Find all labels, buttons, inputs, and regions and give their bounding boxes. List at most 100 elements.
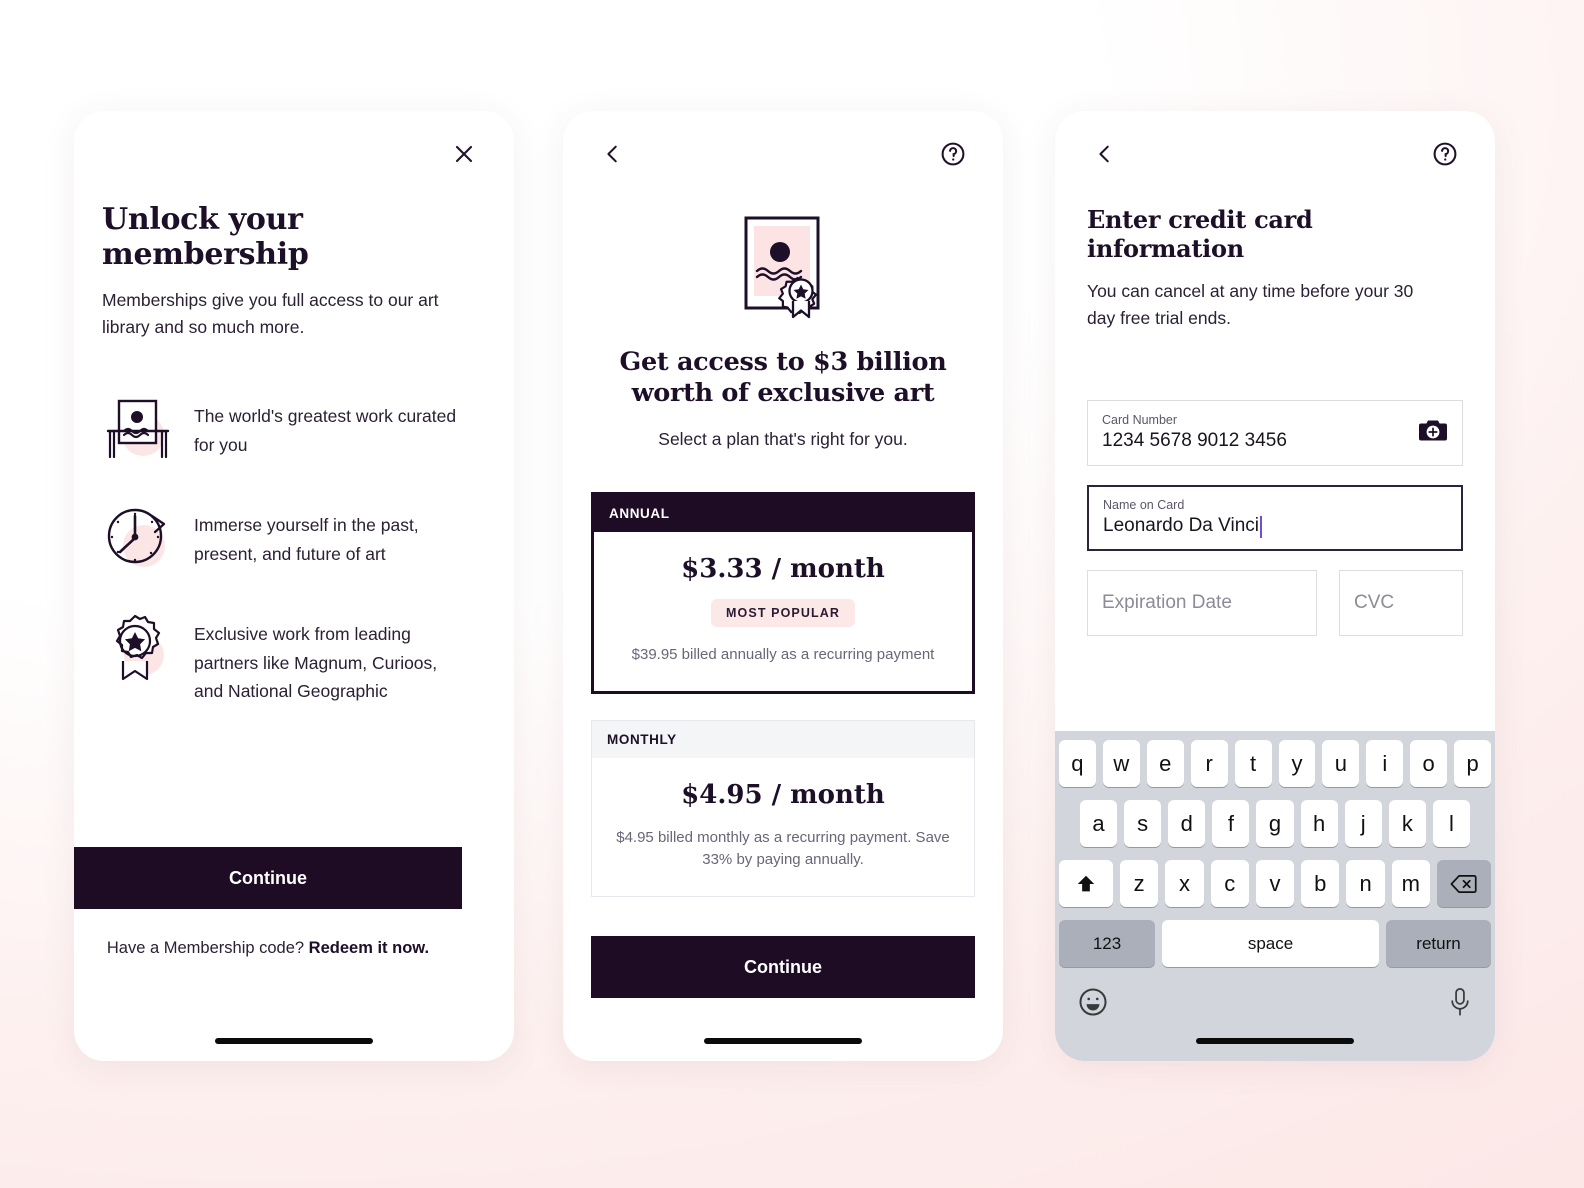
help-circle-icon[interactable] (1428, 137, 1462, 171)
key-l[interactable]: l (1432, 800, 1470, 847)
home-indicator (704, 1038, 862, 1044)
credit-card-form: Card Number 1234 5678 9012 3456 Name on … (1087, 400, 1463, 637)
back-chevron-icon[interactable] (1088, 137, 1122, 171)
continue-button[interactable]: Continue (591, 936, 975, 998)
status-badge: MOST POPULAR (711, 599, 855, 628)
list-item: Immerse yourself in the past, present, a… (102, 502, 486, 574)
home-indicator (215, 1038, 373, 1044)
redeem-prefix: Have a Membership code? (106, 939, 309, 957)
screen3-topbar (1055, 111, 1495, 197)
emoji-smiley-icon[interactable] (1077, 986, 1109, 1023)
plan-body: $4.95 / month $4.95 billed monthly as a … (592, 758, 974, 896)
expiry-cvc-row: Expiration Date CVC (1087, 570, 1463, 637)
list-item-label: Exclusive work from leading partners lik… (194, 624, 438, 701)
plan-label: MONTHLY (592, 720, 974, 758)
screen-unlock-membership: Unlock your membership Memberships give … (74, 111, 514, 1061)
key-z[interactable]: z (1120, 860, 1159, 907)
key-t[interactable]: t (1234, 740, 1272, 787)
key-a[interactable]: a (1080, 800, 1118, 847)
space-key[interactable]: space (1162, 920, 1379, 967)
screen-credit-card: Enter credit card information You can ca… (1055, 111, 1495, 1061)
plan-list: ANNUAL $3.33 / month MOST POPULAR $39.95… (563, 492, 1003, 897)
key-y[interactable]: y (1278, 740, 1316, 787)
close-icon[interactable] (447, 137, 481, 171)
list-item-label: Immerse yourself in the past, present, a… (194, 515, 419, 564)
name-on-card-label: Name on Card (1103, 497, 1185, 512)
card-number-field[interactable]: Card Number 1234 5678 9012 3456 (1087, 400, 1463, 467)
list-item-label: The world's greatest work curated for yo… (194, 406, 457, 455)
clock-icon (102, 502, 174, 574)
feature-list: The world's greatest work curated for yo… (102, 393, 486, 705)
screen3-content: Enter credit card information You can ca… (1055, 205, 1495, 637)
name-on-card-field[interactable]: Name on Card Leonardo Da Vinci (1087, 485, 1463, 552)
key-n[interactable]: n (1346, 860, 1385, 907)
key-c[interactable]: c (1210, 860, 1249, 907)
key-g[interactable]: g (1256, 800, 1294, 847)
expiration-date-field[interactable]: Expiration Date (1087, 570, 1317, 637)
keyboard-row-3: z x c v b n m (1059, 860, 1491, 907)
key-i[interactable]: i (1366, 740, 1404, 787)
screen2-topbar (563, 111, 1003, 197)
shift-up-arrow-icon[interactable] (1059, 860, 1114, 907)
backspace-delete-icon[interactable] (1436, 860, 1491, 907)
continue-button[interactable]: Continue (74, 847, 462, 909)
keyboard-row-1: q w e r t y u i o p (1058, 740, 1492, 787)
key-j[interactable]: j (1344, 800, 1382, 847)
list-item: Exclusive work from leading partners lik… (102, 611, 486, 705)
text-caret (1259, 515, 1262, 538)
onscreen-keyboard[interactable]: q w e r t y u i o p a s d f g h j k l z … (1055, 731, 1495, 1061)
key-s[interactable]: s (1124, 800, 1162, 847)
help-circle-icon[interactable] (936, 137, 970, 171)
key-u[interactable]: u (1322, 740, 1360, 787)
key-o[interactable]: o (1410, 740, 1448, 787)
key-v[interactable]: v (1255, 860, 1295, 907)
plan-price: $3.33 / month (681, 554, 885, 585)
microphone-icon[interactable] (1447, 987, 1473, 1022)
card-number-value: 1234 5678 9012 3456 (1102, 430, 1287, 452)
key-x[interactable]: x (1165, 860, 1204, 907)
name-on-card-value: Leonardo Da Vinci (1103, 515, 1447, 538)
page-title: Get access to $3 billion worth of exclus… (619, 347, 947, 409)
key-r[interactable]: r (1190, 740, 1228, 787)
plan-price: $4.95 / month (681, 779, 885, 810)
page-title: Unlock your membership (102, 202, 309, 272)
key-k[interactable]: k (1388, 800, 1426, 847)
redeem-code-text[interactable]: Have a Membership code? Redeem it now. (74, 939, 462, 958)
plan-label: ANNUAL (594, 495, 972, 533)
camera-add-icon[interactable] (1418, 418, 1448, 449)
keyboard-bottom-bar (1059, 980, 1491, 1023)
key-p[interactable]: p (1454, 740, 1492, 787)
key-f[interactable]: f (1212, 800, 1250, 847)
return-key[interactable]: return (1386, 920, 1491, 967)
list-item: The world's greatest work curated for yo… (102, 393, 486, 465)
screen-select-plan: Get access to $3 billion worth of exclus… (563, 111, 1003, 1061)
key-q[interactable]: q (1058, 740, 1096, 787)
cvc-field[interactable]: CVC (1339, 570, 1463, 637)
expiration-date-placeholder: Expiration Date (1102, 591, 1232, 613)
keyboard-row-4: 123 space return (1059, 920, 1491, 967)
award-ribbon-icon (102, 611, 174, 683)
page-subtitle: Memberships give you full access to our … (102, 290, 439, 338)
key-b[interactable]: b (1301, 860, 1340, 907)
certified-artwork-icon (563, 205, 1003, 323)
framed-artwork-icon (102, 393, 174, 465)
plan-card-monthly[interactable]: MONTHLY $4.95 / month $4.95 billed month… (591, 719, 975, 897)
cvc-placeholder: CVC (1354, 591, 1395, 613)
plan-note: $39.95 billed annually as a recurring pa… (631, 646, 935, 664)
key-m[interactable]: m (1391, 860, 1430, 907)
screen1-topbar (74, 111, 514, 197)
plan-card-annual[interactable]: ANNUAL $3.33 / month MOST POPULAR $39.95… (591, 492, 975, 694)
numbers-key[interactable]: 123 (1059, 920, 1155, 967)
key-e[interactable]: e (1146, 740, 1184, 787)
key-d[interactable]: d (1168, 800, 1206, 847)
name-on-card-text: Leonardo Da Vinci (1103, 515, 1259, 537)
key-h[interactable]: h (1300, 800, 1338, 847)
page-subtitle: Select a plan that's right for you. (658, 429, 908, 450)
back-chevron-icon[interactable] (596, 137, 630, 171)
key-w[interactable]: w (1102, 740, 1140, 787)
card-number-label: Card Number (1102, 413, 1178, 428)
home-indicator (1196, 1038, 1354, 1044)
redeem-link[interactable]: Redeem it now. (309, 939, 429, 957)
page-subtitle: You can cancel at any time before your 3… (1087, 281, 1414, 329)
plan-body: $3.33 / month MOST POPULAR $39.95 billed… (594, 532, 972, 691)
